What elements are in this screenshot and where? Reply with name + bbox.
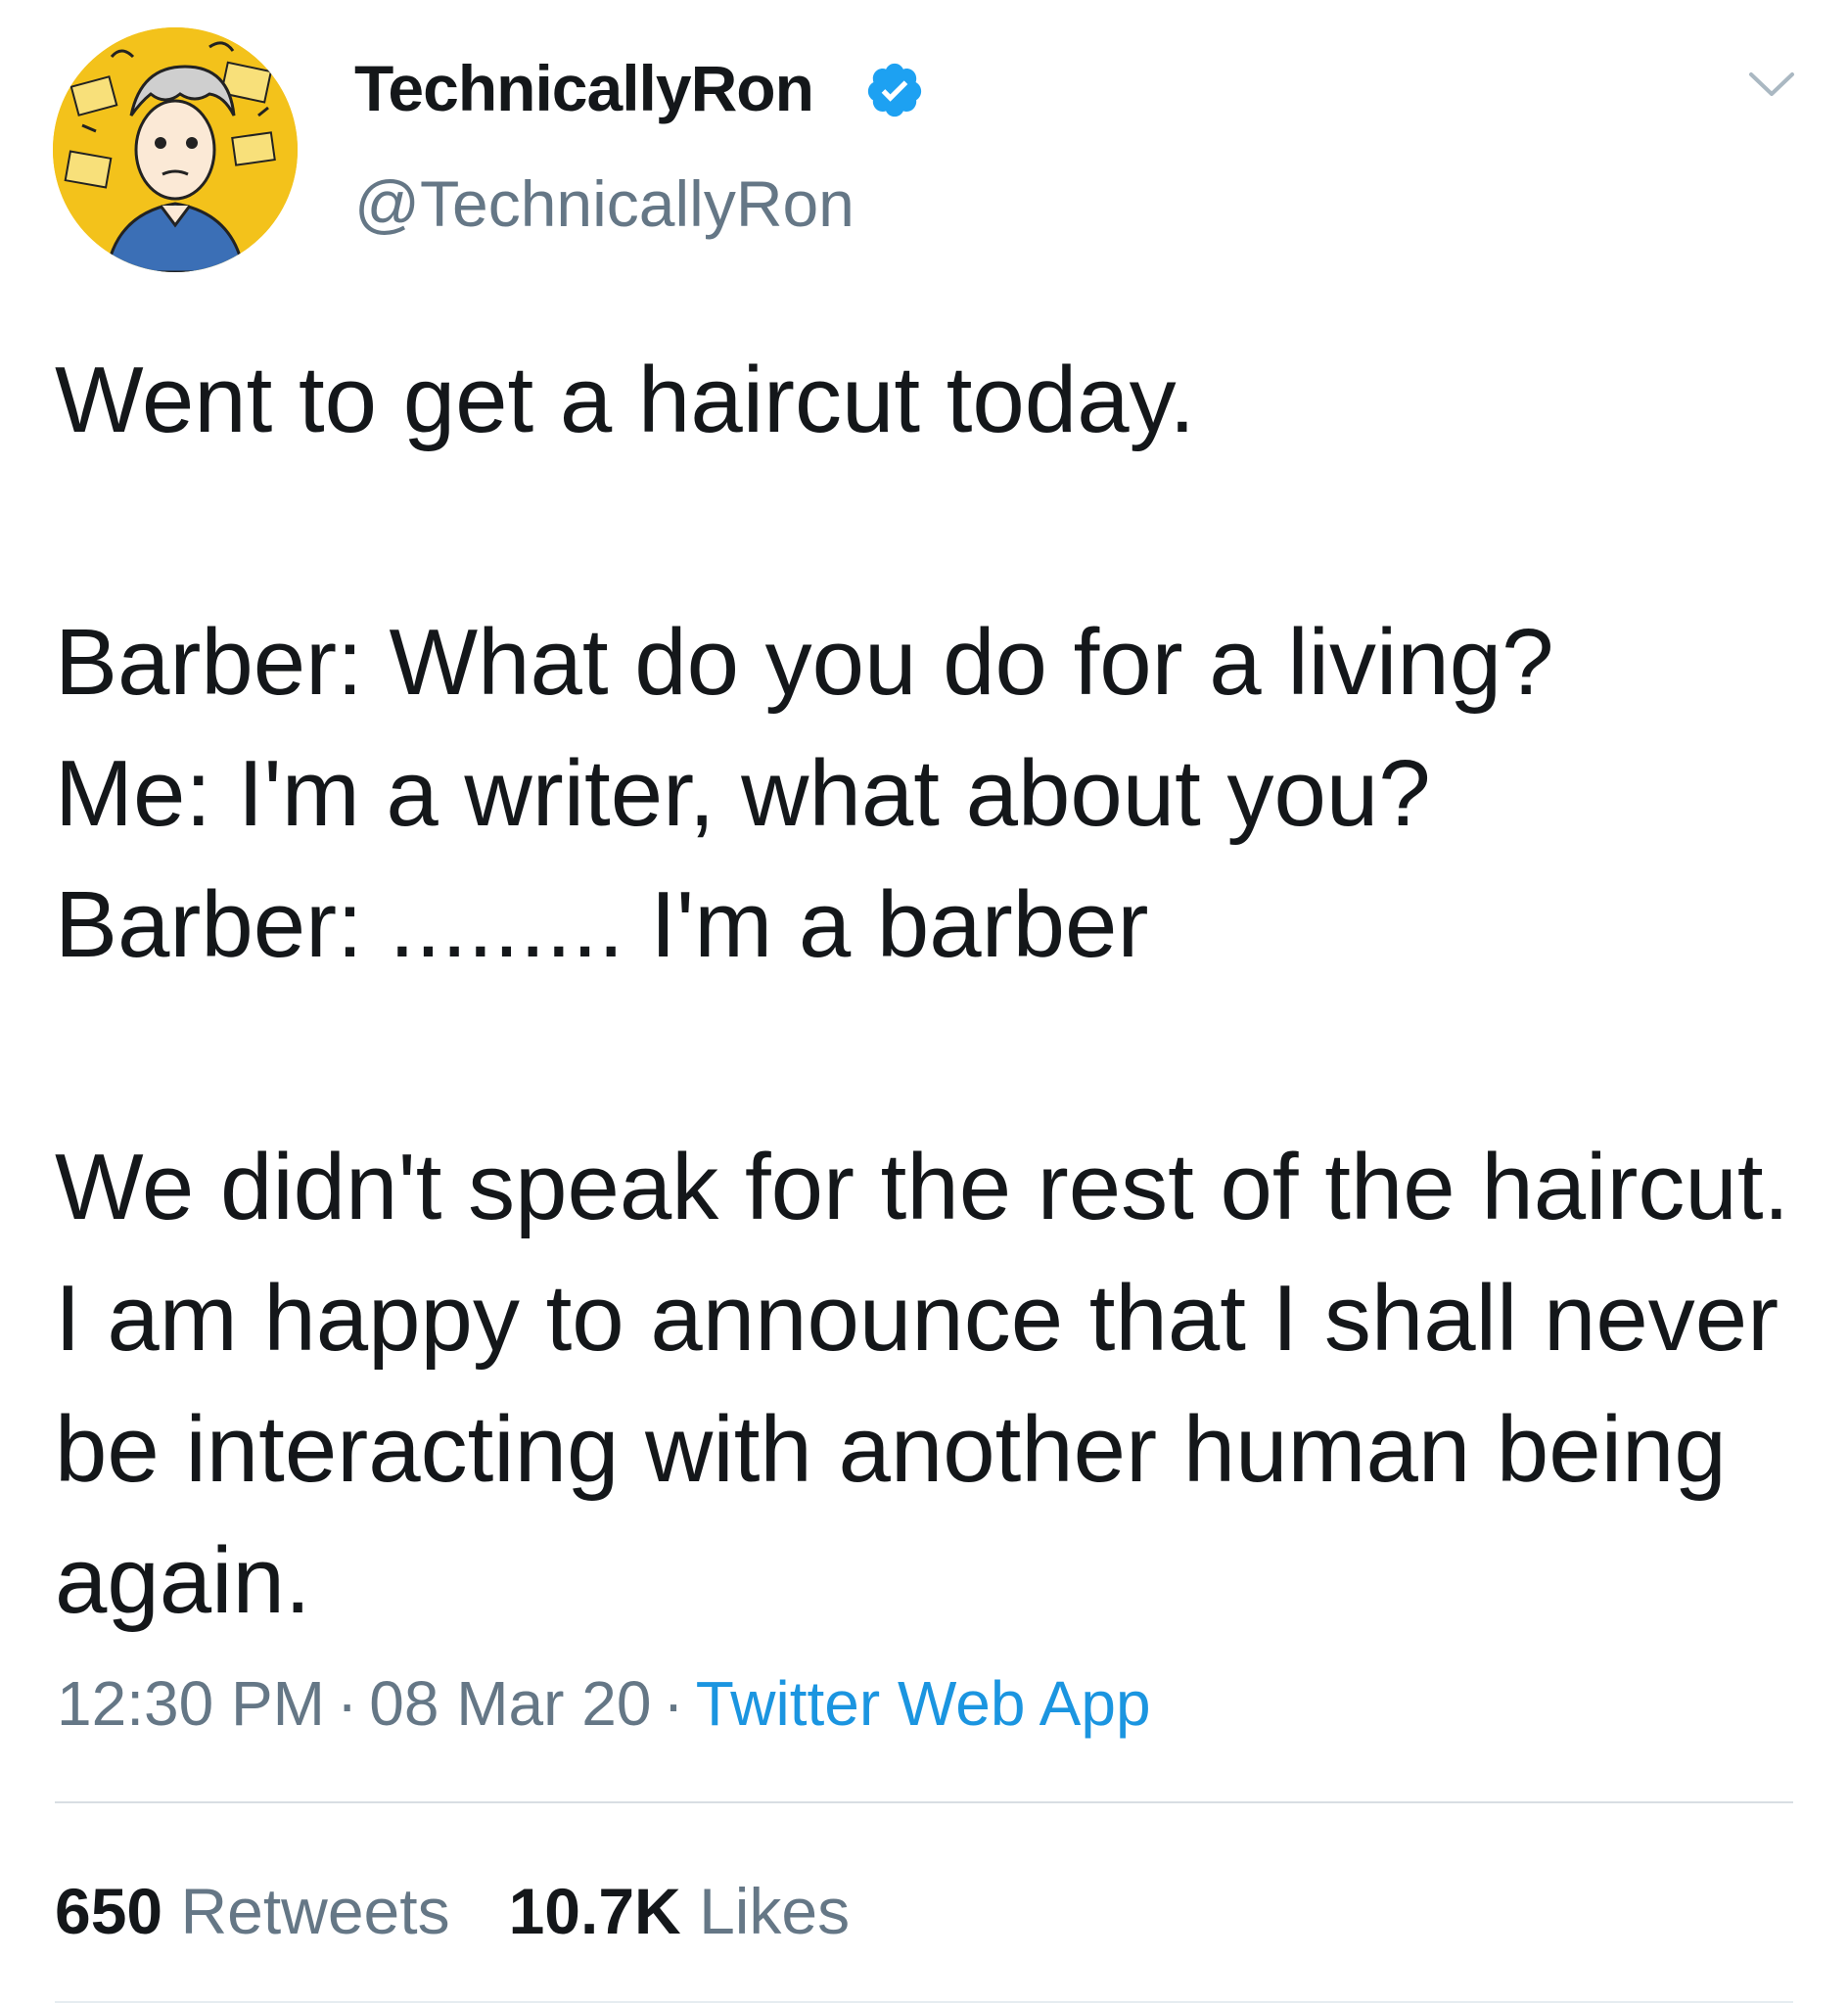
author-avatar[interactable]: [53, 27, 298, 272]
retweets-stat[interactable]: 650 Retweets: [55, 1875, 450, 1947]
tweet-card: TechnicallyRon @TechnicallyRon Went to g…: [0, 0, 1848, 2005]
tweet-source-link[interactable]: Twitter Web App: [696, 1668, 1151, 1739]
meta-separator: ·: [336, 1668, 358, 1739]
tweet-date[interactable]: 08 Mar 20: [369, 1668, 651, 1739]
tweet-meta: 12:30 PM · 08 Mar 20 · Twitter Web App: [57, 1664, 1151, 1743]
author-handle[interactable]: @TechnicallyRon: [354, 164, 855, 243]
likes-count: 10.7K: [508, 1875, 681, 1947]
tweet-text: Went to get a haircut today. Barber: Wha…: [55, 348, 1790, 1633]
illustrated-avatar-icon: [53, 27, 298, 272]
chevron-down-icon[interactable]: [1747, 69, 1796, 98]
divider: [55, 1801, 1793, 1803]
tweet-time[interactable]: 12:30 PM: [57, 1668, 325, 1739]
likes-stat[interactable]: 10.7K Likes: [509, 1875, 851, 1947]
author-display-name[interactable]: TechnicallyRon: [354, 49, 814, 127]
likes-label: Likes: [699, 1875, 851, 1947]
verified-badge-icon: [867, 63, 922, 117]
tweet-stats: 650 Retweets 10.7K Likes: [55, 1872, 850, 1950]
divider: [55, 2001, 1793, 2003]
meta-separator: ·: [663, 1668, 684, 1739]
retweets-count: 650: [55, 1875, 163, 1947]
retweets-label: Retweets: [180, 1875, 450, 1947]
